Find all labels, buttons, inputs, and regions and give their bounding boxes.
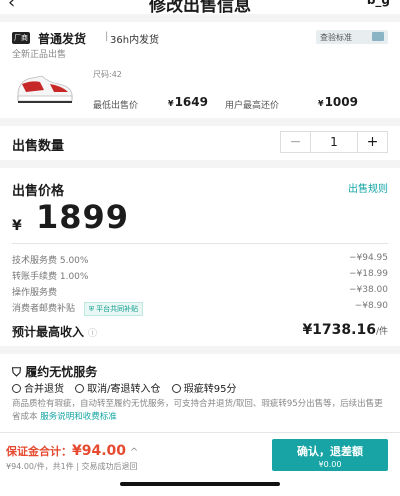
confirm-button[interactable]: 确认，退差额 ¥0.00 (272, 439, 388, 471)
estimate-unit: /件 (375, 327, 388, 337)
fee-label: 操作服务费 (12, 288, 58, 298)
deposit-amount: ¥94.00 (72, 443, 127, 459)
service-card: ⛉ 履约无忧服务 合并退货 取消/寄退转入仓 瑕疵转95分 商品质检有瑕疵，自动… (0, 354, 400, 432)
quantity-label: 出售数量 (12, 139, 65, 154)
inspection-label: 查验标准 (320, 33, 352, 42)
check-circle-icon (171, 384, 181, 393)
confirm-subtext: ¥0.00 (318, 460, 342, 469)
service-shield-icon: ⛉ (12, 365, 26, 379)
estimate-label-row: 预计最高收入 ⓘ (12, 323, 97, 340)
ship-time: 36h内发货 (110, 35, 160, 46)
subsidy-badge-label: 平台共同补贴 (96, 305, 139, 313)
fee-label: 消费者邮费补贴 (12, 304, 76, 314)
price-currency: ¥ (12, 218, 22, 234)
mail-icon (372, 32, 384, 41)
service-terms-link[interactable]: 服务说明和收费标准 (40, 412, 117, 422)
more-icon[interactable]: b_g (367, 0, 390, 7)
ship-tag: 厂商 (12, 32, 30, 44)
service-item-label: 合并退货 (24, 384, 64, 395)
quantity-card: 出售数量 − 1 + (0, 126, 400, 160)
fee-value: −¥38.00 (348, 285, 388, 295)
sneaker-image (17, 75, 73, 103)
nav-bar: ‹ 修改出售信息 b_g (0, 0, 400, 14)
deposit-total[interactable]: 保证金合计：¥94.00 ^ (6, 443, 138, 459)
estimate-label: 预计最高收入 (12, 325, 85, 339)
bottom-bar: 保证金合计：¥94.00 ^ ¥94.00/件，共1件 | 交易成功后退回 确认… (0, 432, 400, 496)
min-price-value: ¥1649 (168, 95, 208, 109)
chevron-up-icon[interactable]: ^ (130, 447, 138, 458)
estimate-value: ¥1738.16/件 (302, 322, 388, 338)
service-items: 合并退货 取消/寄退转入仓 瑕疵转95分 (12, 380, 244, 395)
divider (12, 243, 388, 244)
inspection-standard-button[interactable]: 查验标准 (316, 30, 388, 44)
size-text: 尺码:42 (93, 70, 122, 79)
home-indicator (120, 482, 280, 486)
max-offer-label: 用户最高还价 (225, 101, 280, 111)
quantity-input[interactable]: 1 (311, 132, 357, 152)
product-card: 厂商 普通发货 | 36h内发货 查验标准 全新正品出售 尺码:42 最低出售价… (0, 22, 400, 118)
service-item-label: 取消/寄退转入仓 (87, 384, 161, 395)
fee-row: 技术服务费 5.00% −¥94.95 (12, 253, 388, 266)
price-card: 出售价格 出售规则 ¥ 1899 技术服务费 5.00% −¥94.95 转账手… (0, 168, 400, 346)
service-item-label: 瑕疵转95分 (183, 384, 237, 395)
estimate-number: ¥1738.16 (302, 322, 376, 338)
price-label: 出售价格 (12, 184, 65, 199)
service-item: 取消/寄退转入仓 (75, 384, 161, 395)
shield-icon: ⛨ (88, 305, 95, 313)
check-circle-icon (75, 384, 85, 393)
info-icon[interactable]: ⓘ (88, 329, 97, 339)
increase-button[interactable]: + (357, 132, 387, 152)
service-description: 商品质检有瑕疵，自动转至履约无忧服务，可支持合并退货/取回、瑕疵转95分出售等，… (12, 398, 390, 424)
subsidy-badge: ⛨ 平台共同补贴 (83, 302, 144, 316)
ship-type: 普通发货 (38, 32, 87, 46)
confirm-label: 确认，退差额 (297, 445, 363, 458)
max-offer-number: 1009 (324, 95, 358, 109)
min-price-label: 最低出售价 (93, 101, 139, 111)
sale-rules-link[interactable]: 出售规则 (348, 180, 388, 195)
fee-label: 技术服务费 5.00% (12, 256, 89, 266)
check-circle-icon (12, 384, 21, 393)
fee-value: −¥18.99 (348, 269, 388, 279)
min-price-number: 1649 (174, 95, 208, 109)
service-item: 合并退货 (12, 384, 64, 395)
currency-symbol: ¥ (318, 99, 324, 108)
deposit-label: 保证金合计： (6, 445, 72, 458)
service-item: 瑕疵转95分 (171, 384, 237, 395)
decrease-button[interactable]: − (281, 132, 311, 152)
currency-symbol: ¥ (168, 99, 174, 108)
price-input[interactable]: 1899 (36, 198, 129, 236)
fee-value: −¥94.95 (348, 253, 388, 263)
condition-text: 全新正品出售 (12, 50, 67, 60)
service-title: 履约无忧服务 (25, 365, 98, 379)
fee-row: 操作服务费 −¥38.00 (12, 285, 388, 298)
page-title: 修改出售信息 (149, 0, 251, 14)
quantity-stepper: − 1 + (280, 131, 388, 153)
service-title-row: ⛉ 履约无忧服务 (12, 363, 97, 380)
fee-row: 消费者邮费补贴 ⛨ 平台共同补贴 −¥8.90 (12, 301, 388, 316)
max-offer-value: ¥1009 (318, 95, 358, 109)
fee-label: 转账手续费 1.00% (12, 272, 89, 282)
deposit-subtext: ¥94.00/件，共1件 | 交易成功后退回 (6, 462, 138, 471)
fee-row: 转账手续费 1.00% −¥18.99 (12, 269, 388, 282)
fee-value: −¥8.90 (354, 301, 388, 311)
separator: | (105, 31, 109, 42)
